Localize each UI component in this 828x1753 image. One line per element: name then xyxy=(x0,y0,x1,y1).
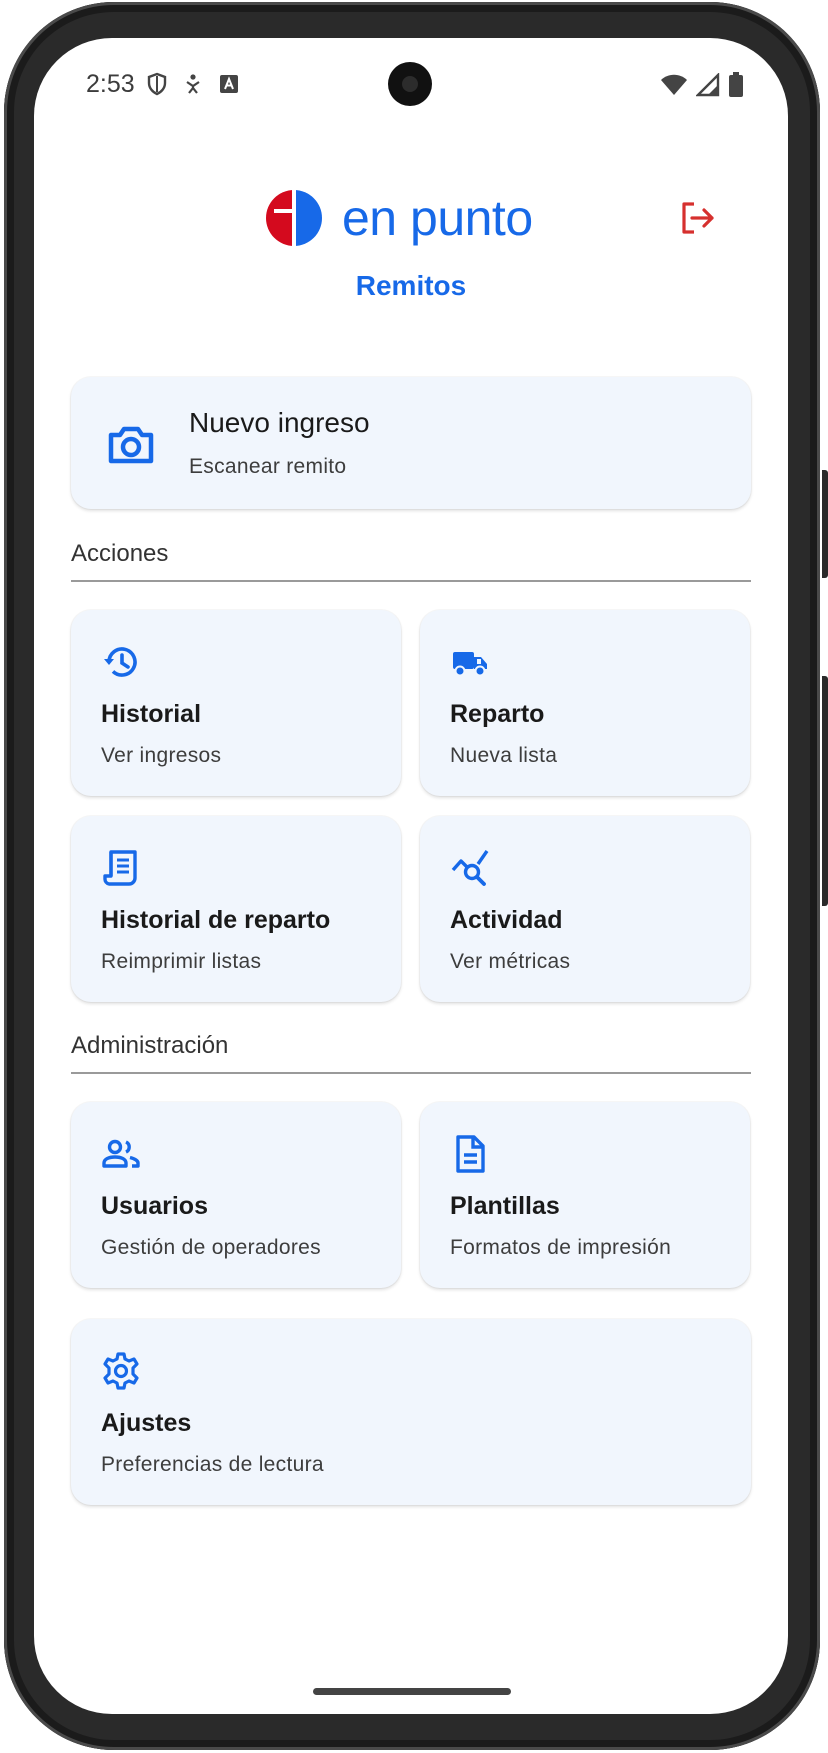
templates-card[interactable]: Plantillas Formatos de impresión xyxy=(420,1102,750,1288)
signal-icon xyxy=(696,73,720,97)
gear-icon xyxy=(103,1352,139,1390)
truck-icon xyxy=(453,652,487,677)
battery-icon xyxy=(729,72,743,97)
card-subtitle: Ver métricas xyxy=(450,950,571,973)
page-title: Remitos xyxy=(355,270,467,301)
status-system-icons xyxy=(660,72,744,98)
logo-mark-icon xyxy=(266,190,322,246)
section-header-admin: Administración xyxy=(71,1032,751,1074)
card-subtitle: Ver ingresos xyxy=(101,744,222,767)
query-stats-icon xyxy=(451,850,489,886)
card-subtitle: Reimprimir listas xyxy=(101,950,262,973)
delivery-history-card[interactable]: Historial de reparto Reimprimir listas xyxy=(71,816,401,1002)
receipt-icon xyxy=(103,850,137,886)
card-subtitle: Nueva lista xyxy=(450,744,558,767)
section-header-actions: Acciones xyxy=(71,540,751,582)
card-subtitle: Preferencias de lectura xyxy=(101,1453,324,1476)
activity-card[interactable]: Actividad Ver métricas xyxy=(420,816,750,1002)
users-icon xyxy=(102,1139,140,1168)
users-card[interactable]: Usuarios Gestión de operadores xyxy=(71,1102,401,1288)
brand-logo: en punto xyxy=(264,188,533,248)
logo-wordmark: en punto xyxy=(342,190,533,246)
card-title: Actividad xyxy=(450,906,563,934)
camera-icon xyxy=(108,426,154,464)
card-subtitle: Escanear remito xyxy=(189,455,347,478)
card-subtitle: Gestión de operadores xyxy=(101,1236,321,1259)
power-button xyxy=(822,676,828,906)
status-notification-icons xyxy=(146,72,240,96)
status-time: 2:53 xyxy=(86,70,135,98)
document-icon xyxy=(456,1135,485,1173)
delivery-card[interactable]: Reparto Nueva lista xyxy=(420,610,750,796)
device-frame: 2:53 en punto Remitos Nuevo ingreso Esca… xyxy=(0,0,828,1753)
card-title: Nuevo ingreso xyxy=(189,407,370,438)
logout-icon[interactable] xyxy=(678,198,718,238)
status-bar: 2:53 xyxy=(34,38,788,128)
settings-card[interactable]: Ajustes Preferencias de lectura xyxy=(71,1319,751,1505)
card-title: Historial xyxy=(101,700,202,728)
keyboard-a-icon xyxy=(220,75,238,93)
shield-icon xyxy=(147,72,167,96)
wifi-icon xyxy=(661,74,687,95)
card-title: Reparto xyxy=(450,700,545,728)
card-title: Usuarios xyxy=(101,1192,208,1220)
card-title: Ajustes xyxy=(101,1409,192,1437)
app-screen: 2:53 en punto Remitos Nuevo ingreso Esca… xyxy=(34,38,788,1714)
history-icon xyxy=(104,647,137,677)
card-subtitle: Formatos de impresión xyxy=(450,1236,672,1259)
front-camera xyxy=(388,62,432,106)
card-title: Plantillas xyxy=(450,1192,560,1220)
accessibility-icon xyxy=(186,74,200,94)
new-entry-card[interactable]: Nuevo ingreso Escanear remito xyxy=(71,377,751,509)
card-title: Historial de reparto xyxy=(101,906,331,934)
volume-button xyxy=(822,470,828,578)
history-card[interactable]: Historial Ver ingresos xyxy=(71,610,401,796)
home-indicator[interactable] xyxy=(313,1688,511,1695)
